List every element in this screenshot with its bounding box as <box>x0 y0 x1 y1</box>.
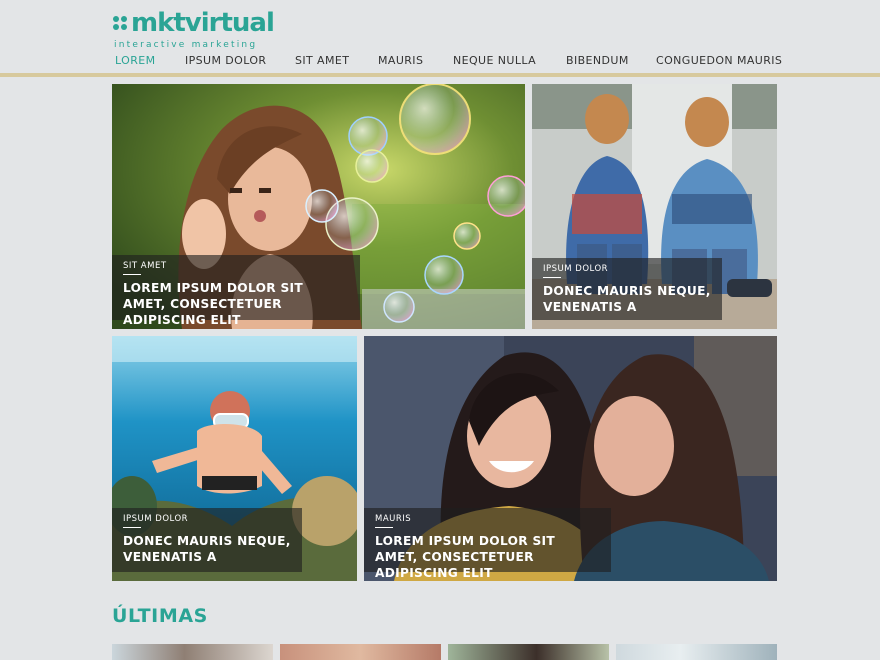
nav-item-mauris[interactable]: MAURIS <box>378 52 423 74</box>
latest-section-title: ÚLTIMAS <box>112 605 208 627</box>
featured-tile-2[interactable]: IPSUM DOLOR DONEC MAURIS NEQUE, VENENATI… <box>532 84 777 329</box>
featured-headline[interactable]: DONEC MAURIS NEQUE, VENENATIS A <box>543 283 711 315</box>
nav-item-lorem[interactable]: LOREM <box>115 52 156 76</box>
latest-thumbnail[interactable] <box>448 644 609 660</box>
featured-caption-1: SIT AMET LOREM IPSUM DOLOR SIT AMET, CON… <box>112 255 360 327</box>
category-underline <box>123 527 141 528</box>
nav-divider <box>0 73 880 77</box>
logo-wordmark: mktvirtual <box>113 8 275 38</box>
latest-thumbnail[interactable] <box>112 644 273 660</box>
featured-category[interactable]: IPSUM DOLOR <box>123 514 291 524</box>
category-underline <box>123 274 141 275</box>
latest-thumbnail[interactable] <box>280 644 441 660</box>
logo-name: mktvirtual <box>131 8 275 38</box>
nav-item-neque-nulla[interactable]: NEQUE NULLA <box>453 52 536 74</box>
featured-headline[interactable]: DONEC MAURIS NEQUE, VENENATIS A <box>123 533 291 565</box>
featured-tile-4[interactable]: MAURIS LOREM IPSUM DOLOR SIT AMET, CONSE… <box>364 336 777 581</box>
featured-headline[interactable]: LOREM IPSUM DOLOR SIT AMET, CONSECTETUER… <box>123 280 349 328</box>
featured-caption-4: MAURIS LOREM IPSUM DOLOR SIT AMET, CONSE… <box>364 508 611 580</box>
featured-tile-3[interactable]: IPSUM DOLOR DONEC MAURIS NEQUE, VENENATI… <box>112 336 357 581</box>
latest-thumbnail[interactable] <box>616 644 777 660</box>
nav-item-conguedon-mauris[interactable]: CONGUEDON MAURIS <box>656 52 782 74</box>
logo-tagline: interactive marketing <box>114 40 258 50</box>
featured-headline[interactable]: LOREM IPSUM DOLOR SIT AMET, CONSECTETUER… <box>375 533 600 581</box>
nav-item-sit-amet[interactable]: SIT AMET <box>295 52 349 74</box>
nav-item-ipsum-dolor[interactable]: IPSUM DOLOR <box>185 52 266 74</box>
category-underline <box>543 277 561 278</box>
category-underline <box>375 527 393 528</box>
featured-category[interactable]: MAURIS <box>375 514 600 524</box>
featured-category[interactable]: SIT AMET <box>123 261 349 271</box>
brand-logo[interactable]: mktvirtual interactive marketing <box>113 8 275 50</box>
logo-dots-icon <box>113 16 129 30</box>
nav-item-bibendum[interactable]: BIBENDUM <box>566 52 629 74</box>
featured-caption-3: IPSUM DOLOR DONEC MAURIS NEQUE, VENENATI… <box>112 508 302 572</box>
featured-category[interactable]: IPSUM DOLOR <box>543 264 711 274</box>
featured-tile-1[interactable]: SIT AMET LOREM IPSUM DOLOR SIT AMET, CON… <box>112 84 525 329</box>
featured-caption-2: IPSUM DOLOR DONEC MAURIS NEQUE, VENENATI… <box>532 258 722 320</box>
main-navigation: LOREM IPSUM DOLOR SIT AMET MAURIS NEQUE … <box>113 52 782 76</box>
